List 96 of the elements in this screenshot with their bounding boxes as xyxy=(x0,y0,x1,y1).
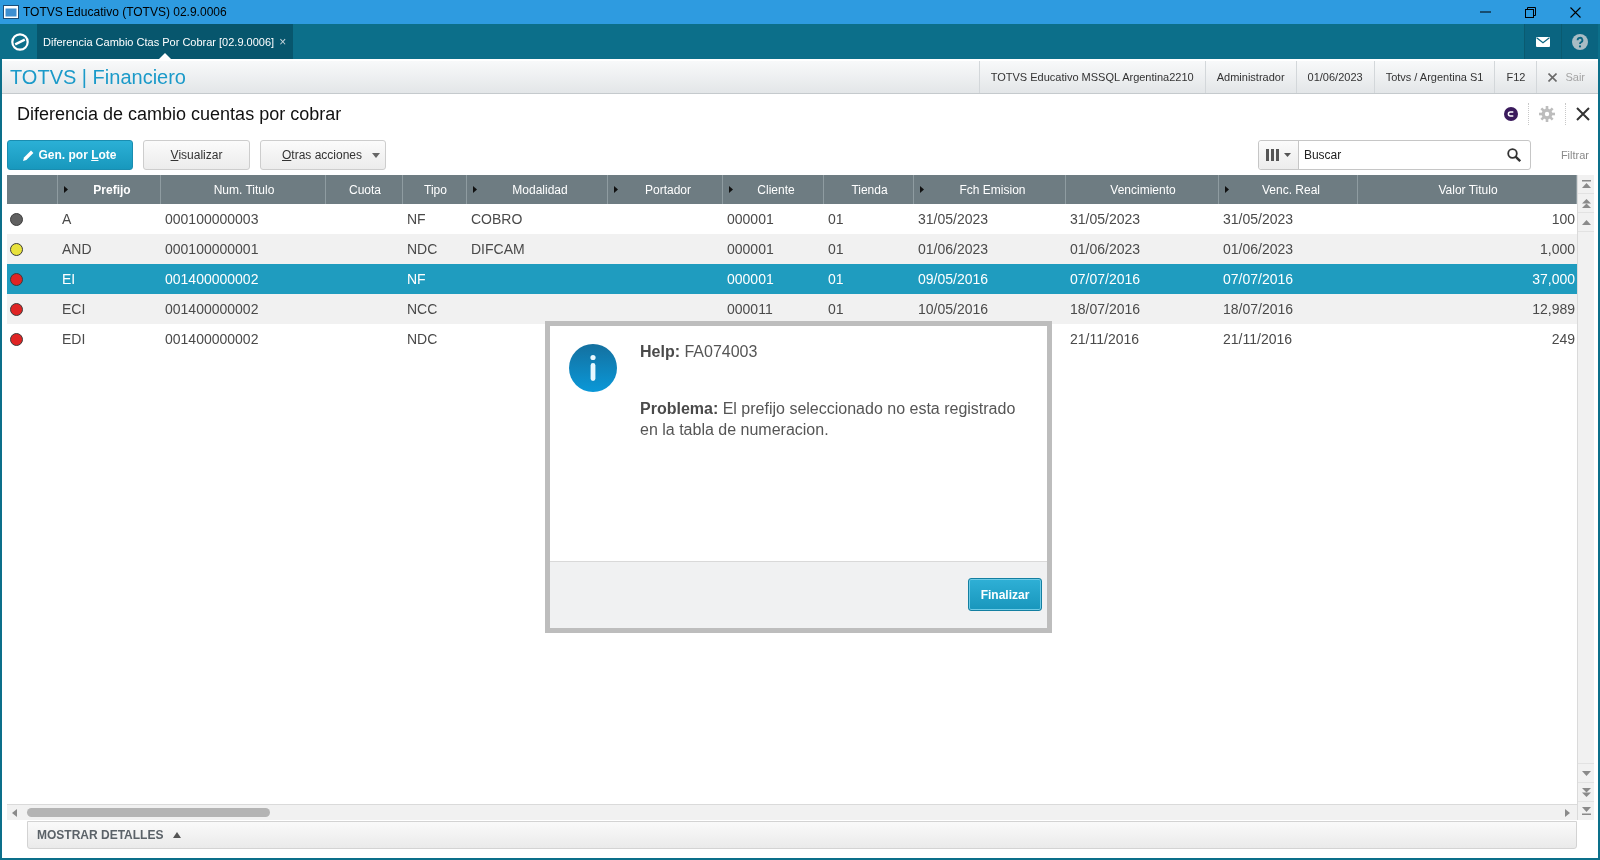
header-info: Totvs / Argentina S1 xyxy=(1373,61,1495,93)
table-cell-text: NF xyxy=(406,210,427,229)
table-cell-text: 01/06/2023 xyxy=(1222,240,1295,259)
table-cell-text: EI xyxy=(61,270,77,289)
table-row[interactable]: ECI 001400000002 NCC 000011 01 10/05/2016 18/07/2016 18/07/2016 12,989 xyxy=(7,294,1577,324)
table-cell-text: COBRO xyxy=(470,210,524,229)
table-cell-text: 000001 xyxy=(726,210,775,229)
table-cell-text: 21/11/2016 xyxy=(1222,330,1294,349)
table-cell-text: 31/05/2023 xyxy=(917,210,990,229)
header-info: TOTVS Educativo MSSQL Argentina2210 xyxy=(978,61,1205,93)
details-toggle[interactable]: MOSTRAR DETALLES xyxy=(27,821,1577,849)
table-cell-text: 37,000 xyxy=(1531,270,1576,289)
restore-icon[interactable] xyxy=(1525,6,1536,18)
pencil-icon xyxy=(23,149,35,161)
table-cell-text: 01 xyxy=(827,210,845,229)
table-cell-text: 000001 xyxy=(726,240,775,259)
table-row[interactable]: EI 001400000002 NF 000001 01 09/05/2016 07/07/2016 07/07/2016 37,000 xyxy=(7,264,1577,294)
primary-button[interactable]: Gen. por Lote xyxy=(7,140,133,170)
tab-close[interactable]: × xyxy=(279,34,287,49)
table-cell-text: 31/05/2023 xyxy=(1222,210,1295,229)
table-cell-text: 1,000 xyxy=(1538,240,1576,259)
table-cell-text: A xyxy=(61,210,73,229)
table-cell-text: 18/07/2016 xyxy=(1222,300,1295,319)
table-cell-text: 001400000002 xyxy=(164,330,260,349)
table-cell-text: 07/07/2016 xyxy=(1222,270,1295,289)
table-cell-text: 18/07/2016 xyxy=(1069,300,1142,319)
header-info: Administrador xyxy=(1204,61,1296,93)
page-down-icon[interactable] xyxy=(1581,787,1591,797)
table-cell-text: EDI xyxy=(61,330,87,349)
header-info: 01/06/2023 xyxy=(1295,61,1374,93)
help-icon xyxy=(1572,33,1588,50)
action-button[interactable]: Visualizar xyxy=(143,140,250,170)
table-cell-text: 249 xyxy=(1550,330,1576,349)
table-cell-text: NDC xyxy=(406,240,439,259)
scroll-left-icon[interactable] xyxy=(12,808,17,817)
settings-icon[interactable] xyxy=(1539,106,1555,122)
round-logo-icon[interactable] xyxy=(1504,107,1518,121)
table-cell-text: 10/05/2016 xyxy=(917,300,990,319)
caret-icon xyxy=(372,152,380,158)
mail-button[interactable] xyxy=(1524,24,1561,59)
scroll-thumb[interactable] xyxy=(27,808,270,817)
table-cell-text: 000100000001 xyxy=(164,240,260,259)
table-cell-text: 31/05/2023 xyxy=(1069,210,1142,229)
app-window-icon xyxy=(3,5,19,19)
scroll-up-icon[interactable] xyxy=(1581,219,1591,225)
close-icon xyxy=(1548,72,1558,82)
table-cell-text: NF xyxy=(406,270,427,289)
scroll-top-icon[interactable] xyxy=(1581,180,1591,188)
table-cell-text: DIFCAM xyxy=(470,240,526,259)
table-cell-text: NDC xyxy=(406,330,439,349)
table-cell-text: 100 xyxy=(1550,210,1576,229)
finish-button[interactable]: Finalizar xyxy=(968,578,1042,611)
scroll-down-icon[interactable] xyxy=(1581,770,1591,776)
table-cell-text: 000011 xyxy=(726,300,774,319)
table-cell-text: 07/07/2016 xyxy=(1069,270,1142,289)
table-cell-text: AND xyxy=(61,240,93,259)
scroll-bottom-icon[interactable] xyxy=(1581,807,1591,815)
table-cell-text: 000001 xyxy=(726,270,775,289)
dialog-message: Problema: El prefijo seleccionado no esta registrado en la tabla de numeracion. xyxy=(640,399,1017,440)
info-icon xyxy=(569,344,617,392)
table-cell-text: 001400000002 xyxy=(164,300,260,319)
table-cell-text: 01/06/2023 xyxy=(1069,240,1142,259)
exit-link[interactable]: Sair xyxy=(1536,61,1598,93)
tab[interactable]: Diferencia Cambio Ctas Por Cobrar [02.9.0006] × xyxy=(37,24,294,59)
page-up-icon[interactable] xyxy=(1581,198,1591,208)
caret-icon xyxy=(1283,153,1291,157)
columns-icon xyxy=(1265,149,1279,161)
table-cell-text: 01 xyxy=(827,270,845,289)
scroll-right-icon[interactable] xyxy=(1565,808,1570,817)
search-field[interactable]: Buscar xyxy=(1298,141,1507,169)
table-cell-text: 09/05/2016 xyxy=(917,270,990,289)
table-cell-text: 01 xyxy=(827,300,845,319)
table-cell-text: 01/06/2023 xyxy=(917,240,990,259)
close-icon[interactable] xyxy=(1576,107,1590,121)
logo-icon[interactable] xyxy=(10,32,29,51)
table-cell-text: 21/11/2016 xyxy=(1069,330,1141,349)
dialog-title: Help: FA074003 xyxy=(640,342,759,362)
table-cell-text: 001400000002 xyxy=(164,270,260,289)
search-box[interactable]: Buscar xyxy=(1257,140,1531,170)
page-title: Diferencia de cambio cuentas por cobrar xyxy=(17,103,342,125)
table-cell-text: NCC xyxy=(406,300,439,319)
column-picker-button[interactable] xyxy=(1258,141,1299,169)
table-cell-text: 000100000003 xyxy=(164,210,260,229)
table-cell-text: 01 xyxy=(827,240,845,259)
search-icon[interactable] xyxy=(1506,148,1521,162)
help-button[interactable] xyxy=(1561,24,1598,59)
table-cell-text: ECI xyxy=(61,300,87,319)
mail-icon xyxy=(1536,36,1550,47)
header-info: F12 xyxy=(1494,61,1537,93)
dropdown-button[interactable]: Otras acciones xyxy=(260,140,386,170)
close-icon[interactable] xyxy=(1570,6,1581,18)
module-title: TOTVS | Financiero xyxy=(10,65,186,89)
table-row[interactable]: AND 000100000001 NDC DIFCAM 000001 01 01/06/2023 01/06/2023 01/06/2023 1,000 xyxy=(7,234,1577,264)
window-title: TOTVS Educativo (TOTVS) 02.9.0006 xyxy=(23,5,227,19)
filter-link[interactable]: Filtrar xyxy=(1560,149,1589,161)
table-cell-text: 12,989 xyxy=(1531,300,1576,319)
